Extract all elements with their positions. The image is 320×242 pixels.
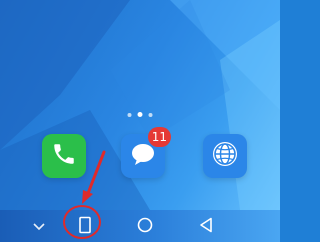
phone-app[interactable] bbox=[42, 134, 86, 178]
navigation-bar bbox=[0, 210, 280, 242]
home-icon bbox=[137, 217, 153, 237]
nav-expand-button[interactable] bbox=[30, 218, 48, 236]
back-button[interactable] bbox=[197, 217, 215, 237]
phone-icon bbox=[51, 141, 77, 171]
messages-app[interactable]: 11 bbox=[121, 127, 171, 178]
page-indicator-dot bbox=[127, 112, 132, 117]
notification-badge: 11 bbox=[147, 127, 171, 147]
page-indicator-dot-active bbox=[137, 112, 143, 117]
wallpaper-shapes bbox=[0, 0, 280, 210]
chevron-down-icon bbox=[33, 219, 45, 235]
page-indicator-dot bbox=[148, 112, 153, 117]
home-button[interactable] bbox=[136, 217, 154, 237]
back-icon bbox=[199, 217, 213, 237]
page-indicator bbox=[127, 112, 153, 117]
annotation-circle bbox=[63, 205, 101, 239]
browser-app[interactable] bbox=[203, 134, 247, 178]
browser-icon bbox=[210, 139, 240, 173]
